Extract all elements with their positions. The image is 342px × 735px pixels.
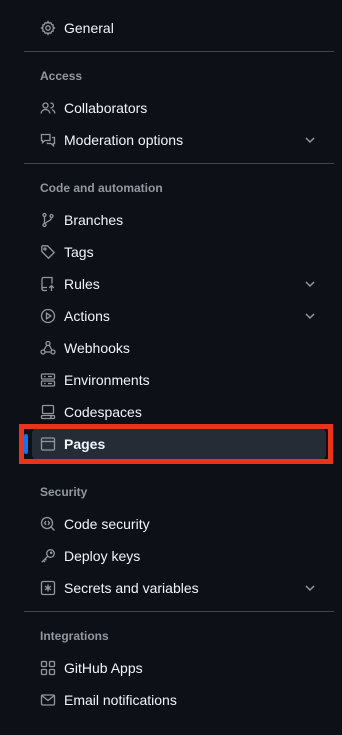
key-icon (40, 548, 56, 564)
sidebar-item-label: Email notifications (64, 692, 177, 708)
sidebar-item-webhooks[interactable]: Webhooks (32, 332, 326, 364)
section-heading-integrations: Integrations (40, 629, 109, 643)
comment-discussion-icon (40, 132, 56, 148)
play-icon (40, 308, 56, 324)
sidebar-item-collaborators[interactable]: Collaborators (32, 92, 326, 124)
section-heading-access: Access (40, 69, 83, 83)
sidebar-item-label: Deploy keys (64, 548, 141, 564)
tag-icon (40, 244, 56, 260)
section-divider (24, 51, 334, 52)
sidebar-item-label: Pages (64, 436, 106, 452)
section-divider (24, 163, 334, 164)
sidebar-item-label: Moderation options (64, 132, 184, 148)
active-indicator (24, 434, 28, 454)
gear-icon (40, 20, 56, 36)
sidebar-item-label: Collaborators (64, 100, 148, 116)
sidebar-item-label: General (64, 20, 114, 36)
sidebar-item-label: GitHub Apps (64, 660, 143, 676)
sidebar-item-code-security[interactable]: Code security (32, 508, 326, 540)
sidebar-item-email-notifications[interactable]: Email notifications (32, 684, 326, 716)
section-heading-security: Security (40, 485, 88, 499)
sidebar-item-label: Code security (64, 516, 150, 532)
sidebar-item-label: Codespaces (64, 404, 142, 420)
people-icon (40, 100, 56, 116)
mail-icon (40, 692, 56, 708)
chevron-down-icon[interactable] (302, 276, 318, 292)
sidebar-item-label: Branches (64, 212, 124, 228)
sidebar-item-actions[interactable]: Actions (32, 300, 326, 332)
sidebar-item-moderation-options[interactable]: Moderation options (32, 124, 326, 156)
sidebar-item-general[interactable]: General (32, 12, 326, 44)
server-icon (40, 372, 56, 388)
sidebar-item-label: Webhooks (64, 340, 130, 356)
codespaces-icon (40, 404, 56, 420)
chevron-down-icon[interactable] (302, 132, 318, 148)
repo-push-icon (40, 276, 56, 292)
codescan-icon (40, 516, 56, 532)
sidebar-item-secrets-and-variables[interactable]: Secrets and variables (32, 572, 326, 604)
sidebar-item-rules[interactable]: Rules (32, 268, 326, 300)
webhook-icon (40, 340, 56, 356)
sidebar-item-label: Environments (64, 372, 150, 388)
sidebar-item-label: Rules (64, 276, 100, 292)
sidebar-item-deploy-keys[interactable]: Deploy keys (32, 540, 326, 572)
sidebar-item-label: Actions (64, 308, 110, 324)
sidebar-item-label: Tags (64, 244, 94, 260)
sidebar-item-branches[interactable]: Branches (32, 204, 326, 236)
chevron-down-icon[interactable] (302, 580, 318, 596)
key-asterisk-icon (40, 580, 56, 596)
section-divider (24, 611, 334, 612)
settings-sidebar: General Access Collaborators Moderation … (0, 0, 342, 735)
sidebar-item-github-apps[interactable]: GitHub Apps (32, 652, 326, 684)
sidebar-item-pages[interactable]: Pages (24, 428, 326, 460)
section-heading-code-automation: Code and automation (40, 181, 163, 195)
chevron-down-icon[interactable] (302, 308, 318, 324)
sidebar-item-codespaces[interactable]: Codespaces (32, 396, 326, 428)
sidebar-item-environments[interactable]: Environments (32, 364, 326, 396)
browser-icon (40, 436, 56, 452)
apps-icon (40, 660, 56, 676)
sidebar-item-tags[interactable]: Tags (32, 236, 326, 268)
sidebar-item-label: Secrets and variables (64, 580, 199, 596)
git-branch-icon (40, 212, 56, 228)
